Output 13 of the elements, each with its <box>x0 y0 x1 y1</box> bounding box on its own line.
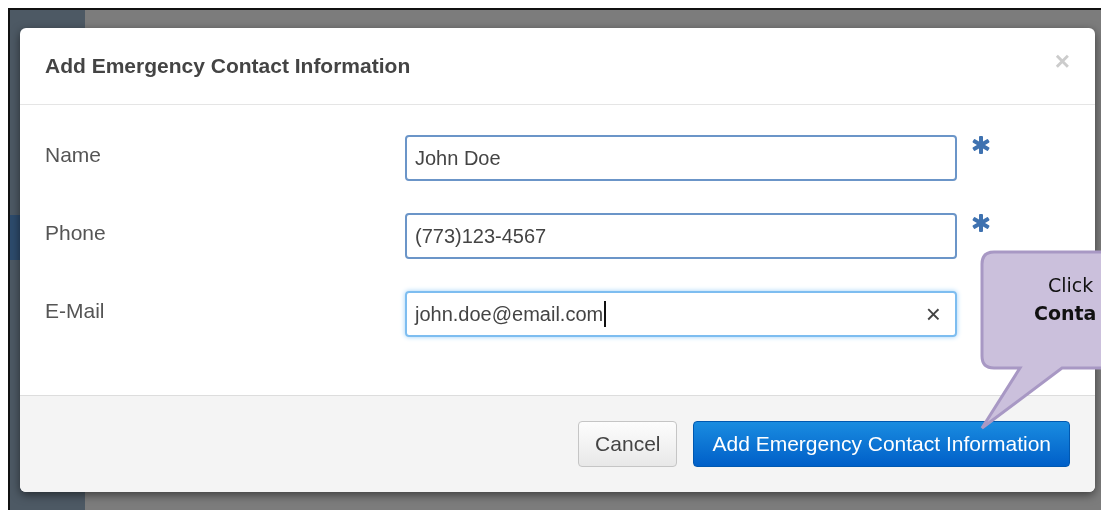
input-field[interactable]: john.doe@email.com × <box>405 291 957 337</box>
dialog-title: Add Emergency Contact Information <box>45 54 412 78</box>
callout-text: Click <box>1048 274 1095 296</box>
clear-button[interactable]: × <box>919 298 947 330</box>
field-label: Name <box>45 143 103 167</box>
field-label: Phone <box>45 221 107 245</box>
input-field[interactable]: John Doe <box>405 135 957 181</box>
input-field[interactable]: (773)123-4567 <box>405 213 957 259</box>
text-cursor <box>604 301 607 327</box>
cancel-button[interactable]: Cancel <box>578 421 678 467</box>
callout-text: Conta <box>1034 302 1097 324</box>
add-button[interactable]: Add Emergency Contact Information <box>693 421 1070 467</box>
field-label: E-Mail <box>45 299 106 323</box>
